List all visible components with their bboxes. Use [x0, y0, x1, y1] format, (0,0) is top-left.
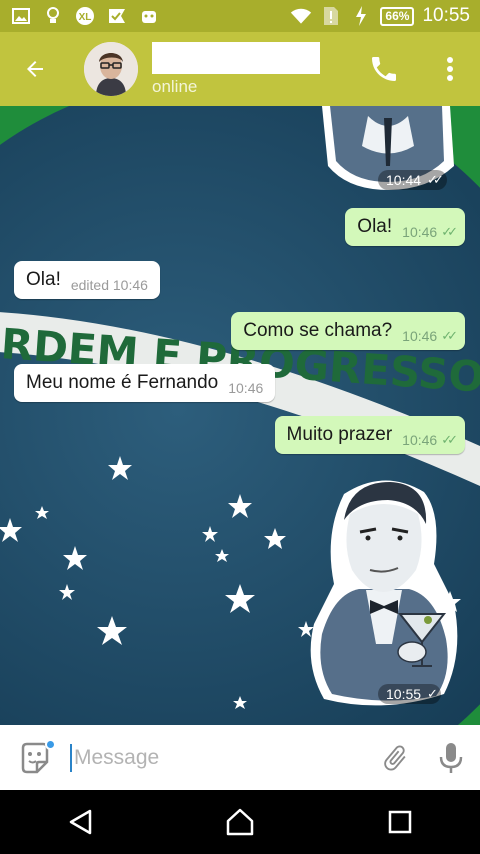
nav-back-button[interactable]: [40, 790, 120, 854]
sticker-timestamp: 10:55 ✓: [378, 684, 441, 704]
contact-name-redacted: [152, 41, 320, 74]
nav-recents-button[interactable]: [360, 790, 440, 854]
message-time: edited 10:46: [70, 277, 148, 293]
attach-button[interactable]: [368, 725, 422, 790]
message-outgoing[interactable]: Muito prazer 10:46 ✓✓: [274, 416, 465, 454]
message-time: 10:46: [402, 328, 438, 344]
message-time: 10:44: [386, 172, 422, 188]
message-text: Ola!: [357, 216, 393, 237]
sent-tick-icon: ✓: [427, 686, 438, 701]
sticker-button[interactable]: [0, 725, 70, 790]
message-time: 10:46: [228, 380, 264, 396]
message-composer: [0, 725, 480, 790]
system-navigation-bar: [0, 790, 480, 854]
message-outgoing[interactable]: Como se chama? 10:46 ✓✓: [231, 312, 465, 350]
nav-home-button[interactable]: [200, 790, 280, 854]
phone-icon: [372, 57, 396, 81]
voice-message-button[interactable]: [422, 725, 480, 790]
sticker-timestamp: 10:44 ✓✓: [378, 170, 447, 190]
charging-icon: [350, 6, 372, 26]
back-button[interactable]: [0, 32, 70, 106]
message-time: 10:46: [402, 432, 438, 448]
xl-app-icon: XL: [74, 6, 96, 26]
paperclip-icon: [384, 745, 406, 770]
status-bar: XL 66% 10:55: [0, 0, 480, 32]
wifi-icon: [290, 6, 312, 26]
chat-header: online: [0, 32, 480, 106]
message-text: Meu nome é Fernando: [26, 372, 219, 393]
new-stickers-badge-icon: [45, 739, 56, 750]
svg-text:XL: XL: [79, 12, 92, 23]
contact-status: online: [152, 76, 198, 96]
contact-info[interactable]: online: [152, 41, 320, 97]
message-incoming[interactable]: Meu nome é Fernando 10:46: [14, 364, 276, 402]
back-arrow-icon: [27, 61, 43, 77]
nav-back-icon: [69, 809, 92, 835]
read-ticks-icon: ✓✓: [441, 224, 458, 239]
contact-avatar[interactable]: [84, 42, 138, 96]
no-sim-icon: [320, 6, 342, 26]
message-input[interactable]: [70, 743, 368, 772]
message-incoming[interactable]: Ola! edited 10:46: [14, 261, 160, 299]
read-ticks-icon: ✓✓: [441, 432, 458, 447]
sticker-gentleman-martini[interactable]: [304, 474, 464, 712]
message-meta: edited 10:46: [71, 277, 148, 293]
message-outgoing[interactable]: Ola! 10:46 ✓✓: [345, 208, 465, 246]
more-options-button[interactable]: [438, 53, 462, 85]
lightbulb-icon: [42, 6, 64, 26]
nav-home-icon: [226, 808, 254, 836]
message-time: 10:55: [386, 686, 422, 702]
microphone-icon: [439, 742, 463, 773]
android-icon: [138, 6, 160, 26]
nav-recents-icon: [388, 810, 412, 834]
message-text: Muito prazer: [286, 424, 393, 445]
message-meta: 10:46 ✓✓: [402, 224, 458, 240]
gallery-icon: [10, 6, 32, 26]
message-meta: 10:46: [228, 380, 263, 396]
read-ticks-icon: ✓✓: [427, 172, 444, 187]
chat-area[interactable]: RDEM E PROGRESSO 10:44 ✓✓ Ola! 10:46 ✓✓ …: [0, 106, 480, 725]
check-flag-icon: [106, 6, 128, 26]
call-button[interactable]: [368, 53, 400, 85]
clock: 10:55: [422, 5, 470, 26]
message-meta: 10:46 ✓✓: [402, 328, 458, 344]
more-vert-icon: [447, 57, 453, 81]
battery-level: 66%: [380, 6, 415, 26]
notification-icons: XL: [10, 6, 160, 26]
message-meta: 10:46 ✓✓: [402, 432, 458, 448]
message-text: Ola!: [26, 269, 61, 290]
message-time: 10:46: [402, 224, 438, 240]
message-text: Como se chama?: [243, 320, 393, 341]
read-ticks-icon: ✓✓: [441, 328, 458, 343]
